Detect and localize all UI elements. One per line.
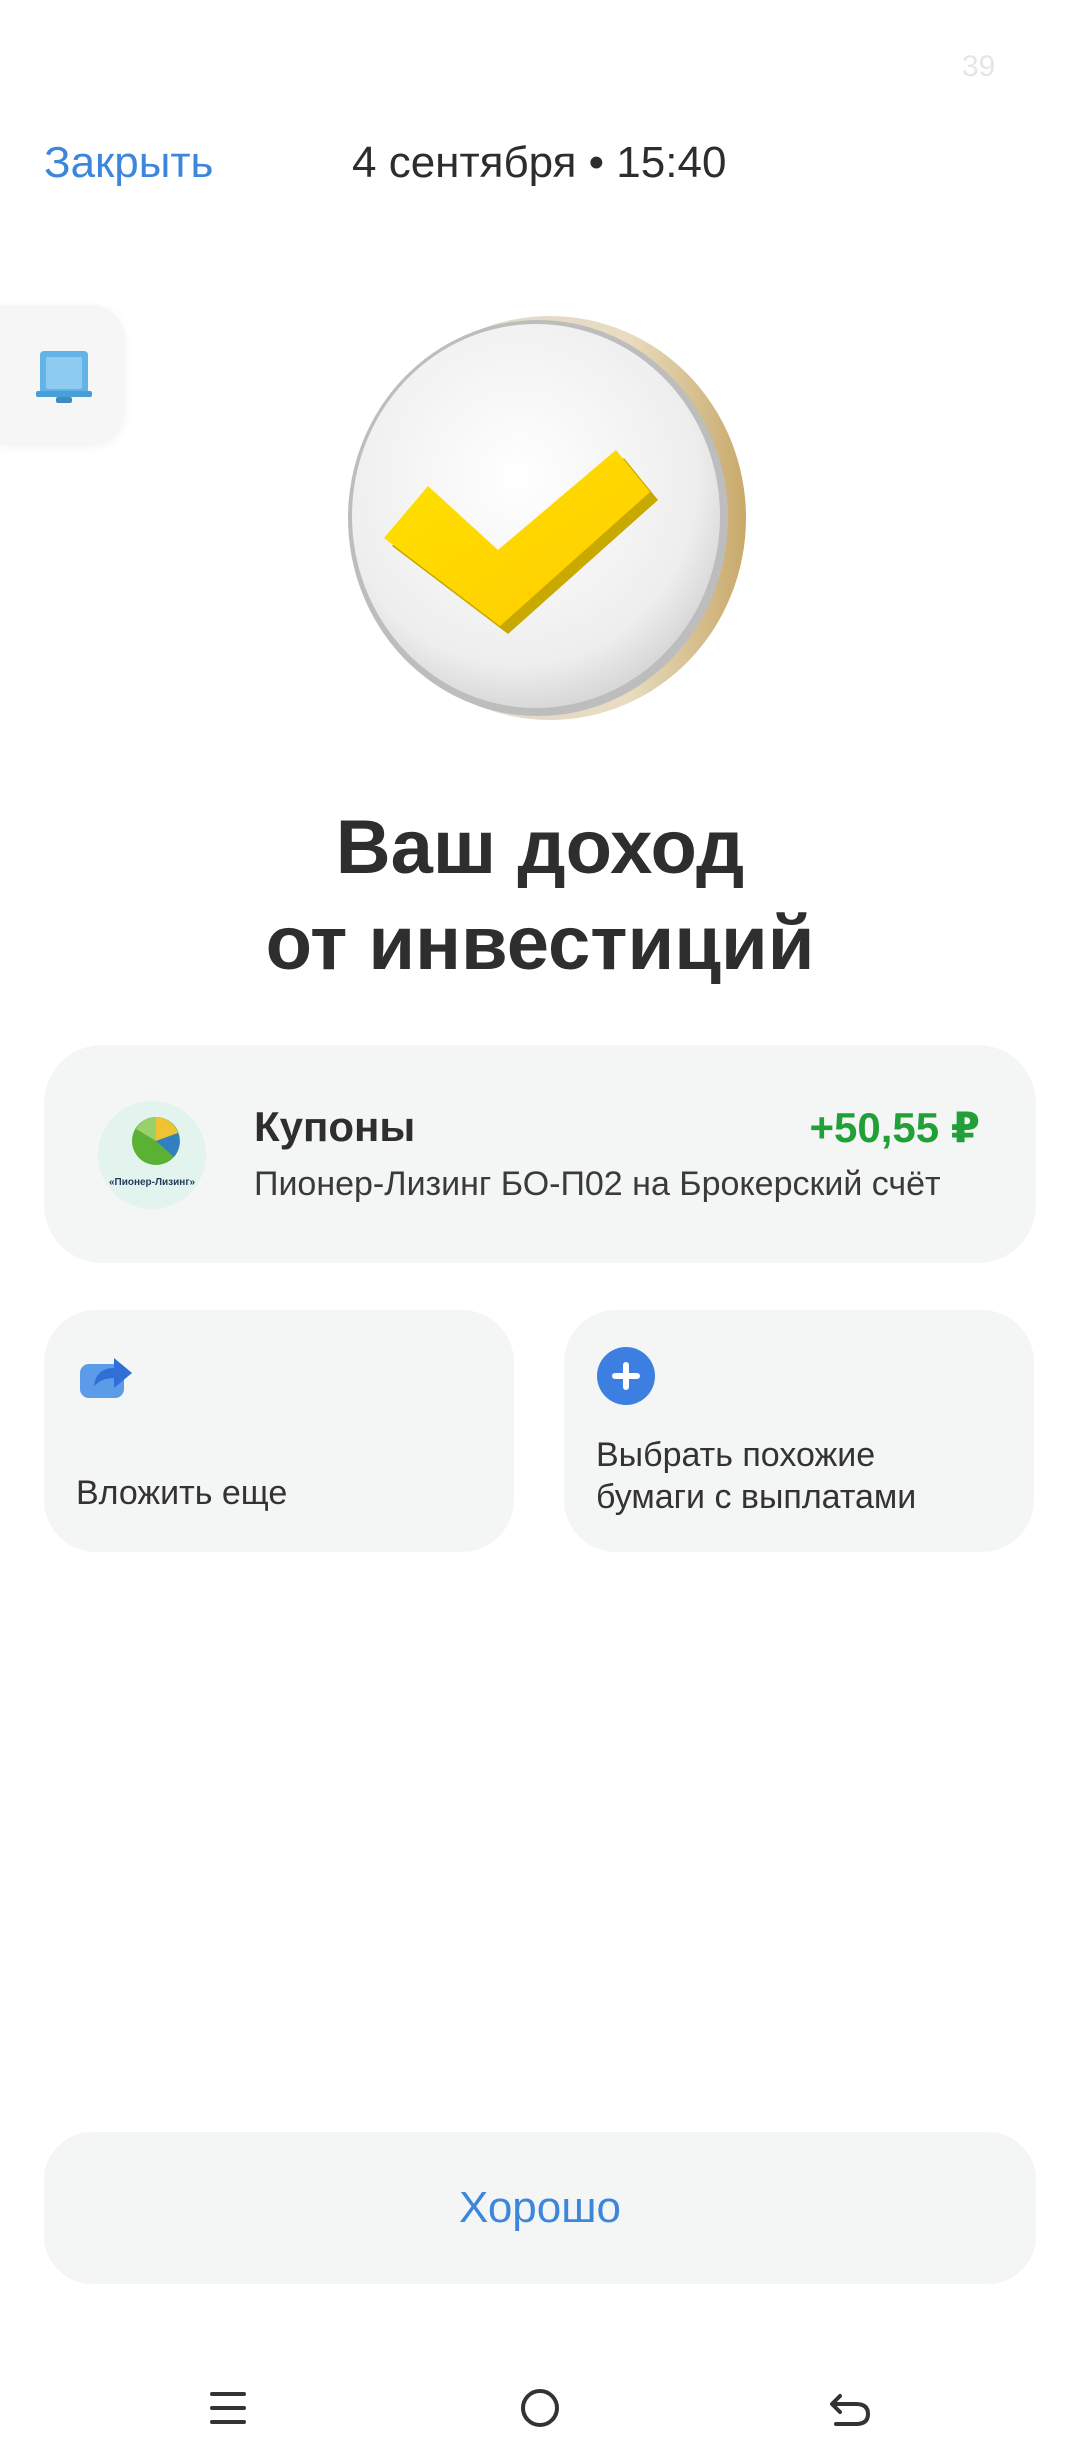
menu-icon[interactable] [198,2378,258,2438]
close-button[interactable]: Закрыть [44,138,213,188]
tablet-icon [36,351,92,403]
invest-more-button[interactable]: Вложить еще [44,1310,514,1552]
back-icon[interactable] [820,2378,880,2438]
invest-more-label: Вложить еще [76,1474,288,1512]
coupon-income-card[interactable]: «Пионер-Лизинг» Купоны +50,55 ₽ Пионер-Л… [44,1045,1036,1263]
ok-button-label: Хорошо [458,2183,622,2232]
plus-circle-icon [597,1347,655,1405]
home-icon[interactable] [510,2378,570,2438]
floating-side-button[interactable] [0,305,125,445]
status-bar-number: 39 [962,50,996,83]
pioneer-leasing-logo: «Пионер-Лизинг» [98,1101,206,1209]
page-title: Ваш доход от инвестиций [0,800,1080,992]
svg-text:«Пионер-Лизинг»: «Пионер-Лизинг» [109,1177,196,1188]
title-line-1: Ваш доход [335,805,745,890]
header-datetime: 4 сентября • 15:40 [352,138,727,187]
choose-similar-line-2: бумаги с выплатами [596,1478,917,1516]
share-arrow-icon [80,1358,132,1398]
yellow-checkmark-icon [332,310,752,730]
ok-button[interactable]: Хорошо [44,2132,1036,2284]
title-line-2: от инвестиций [265,901,815,986]
choose-similar-label: Выбрать похожие бумаги с выплатами [596,1434,916,1518]
choose-similar-line-1: Выбрать похожие [596,1436,876,1474]
choose-similar-bonds-button[interactable]: Выбрать похожие бумаги с выплатами [564,1310,1034,1552]
coupon-amount: +50,55 ₽ [809,1104,980,1151]
coupon-title: Купоны [254,1103,416,1150]
coupon-description: Пионер-Лизинг БО-П02 на Брокерский счёт [254,1165,941,1203]
